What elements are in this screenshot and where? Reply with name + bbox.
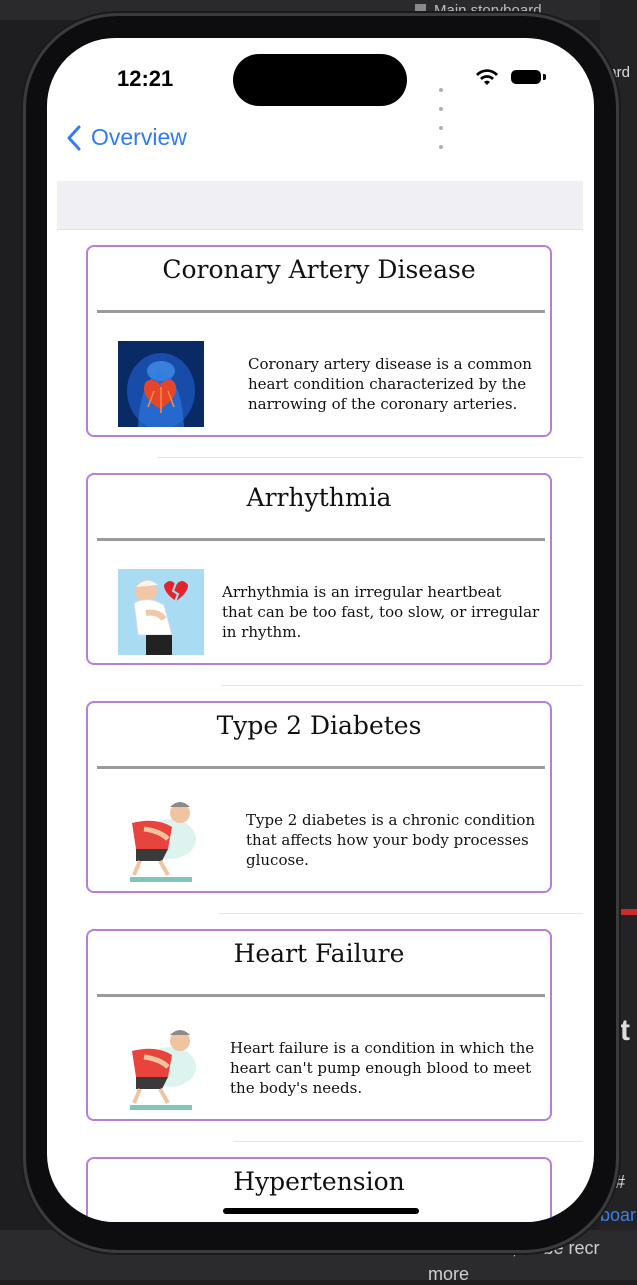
phone-screen: 12:21 Overview Coronary Artery Disease C… — [47, 38, 594, 1222]
chest-pain-image — [118, 797, 204, 883]
cellular-signal-icon — [439, 77, 445, 153]
card-description: Coronary artery disease is a common hear… — [248, 355, 532, 413]
phone-frame: 12:21 Overview Coronary Artery Disease C… — [26, 16, 616, 1250]
card-description: Arrhythmia is an irregular heartbeat tha… — [222, 583, 540, 641]
battery-icon — [511, 70, 546, 84]
condition-card-heart-failure[interactable]: Heart Failure Heart failure is a conditi… — [86, 929, 552, 1121]
heart-anatomy-image — [118, 341, 204, 427]
card-description: Type 2 diabetes is a chronic condition t… — [246, 811, 536, 869]
card-title: Type 2 Diabetes — [216, 711, 422, 740]
status-time: 12:21 — [117, 66, 174, 91]
card-title: Coronary Artery Disease — [162, 255, 476, 284]
card-divider — [97, 994, 545, 997]
condition-card-coronary-artery-disease[interactable]: Coronary Artery Disease Coronary artery … — [86, 245, 552, 437]
table-header — [57, 181, 583, 230]
condition-card-type-2-diabetes[interactable]: Type 2 Diabetes Type 2 diabetes is a chr… — [86, 701, 552, 893]
card-divider — [97, 766, 545, 769]
card-title: Heart Failure — [233, 939, 405, 968]
dynamic-island — [233, 54, 407, 106]
card-description: Heart failure is a condition in which th… — [230, 1039, 535, 1097]
editor-link[interactable]: boar — [600, 1205, 636, 1226]
row-separator — [233, 1141, 583, 1142]
chest-pain-image — [118, 1025, 204, 1111]
wifi-icon — [476, 69, 498, 85]
card-divider — [97, 310, 545, 313]
back-button[interactable]: Overview — [67, 124, 187, 151]
elderly-heartbreak-image — [118, 569, 204, 655]
condition-card-arrhythmia[interactable]: Arrhythmia Arrhythmia is an irregular he… — [86, 473, 552, 665]
home-indicator[interactable] — [223, 1208, 419, 1214]
card-title: Arrhythmia — [246, 483, 392, 512]
back-button-label: Overview — [91, 124, 187, 150]
row-separator — [219, 913, 583, 914]
editor-bottom-text: more — [428, 1264, 470, 1284]
row-separator — [157, 457, 583, 458]
card-title: Hypertension — [233, 1167, 405, 1196]
chevron-left-icon — [67, 125, 81, 150]
card-divider — [97, 538, 545, 541]
row-separator — [221, 685, 583, 686]
